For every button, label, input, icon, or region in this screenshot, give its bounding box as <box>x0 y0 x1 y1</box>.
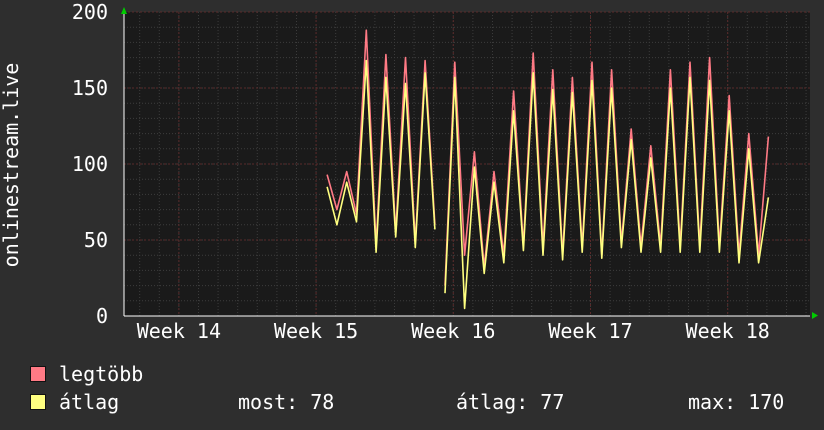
x-tick-label: Week 17 <box>548 319 632 343</box>
y-axis-arrow-icon <box>121 7 127 14</box>
legend-item-avg: átlag <box>30 390 119 414</box>
ytick-labels: 0 50 100 150 200 <box>72 0 108 328</box>
y-axis-label: onlinestream.live <box>0 63 23 268</box>
y-tick-label: 100 <box>72 152 108 176</box>
chart-root: 0 50 100 150 200 Week 14 Week 15 Week 16 Week 1… <box>0 0 824 430</box>
legend-item-max: legtöbb <box>30 362 143 386</box>
stat-now: most: 78 <box>238 390 335 414</box>
x-tick-label: Week 14 <box>137 319 221 343</box>
stat-average: átlag: 77 <box>456 390 565 414</box>
legend-swatch-max <box>30 366 46 382</box>
legend-label-max: legtöbb <box>59 362 144 386</box>
y-tick-label: 0 <box>96 304 108 328</box>
y-tick-label: 50 <box>84 228 108 252</box>
legend-label-avg: átlag <box>59 390 120 414</box>
y-tick-label: 200 <box>72 0 108 24</box>
legend-swatch-avg <box>30 394 46 410</box>
y-tick-label: 150 <box>72 76 108 100</box>
x-tick-label: Week 18 <box>686 319 770 343</box>
x-tick-label: Week 16 <box>411 319 495 343</box>
xtick-labels: Week 14 Week 15 Week 16 Week 17 Week 18 <box>137 319 770 343</box>
x-axis-arrow-icon <box>812 312 818 319</box>
x-tick-label: Week 15 <box>274 319 358 343</box>
stat-max: max: 170 <box>688 390 785 414</box>
